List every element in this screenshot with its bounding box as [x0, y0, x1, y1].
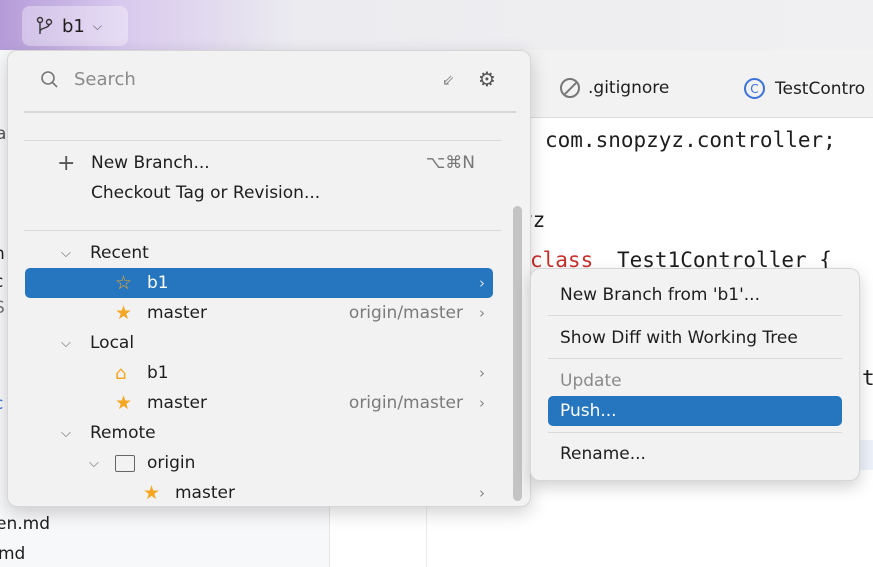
- tab-gitignore[interactable]: .gitignore: [560, 78, 669, 98]
- group-label: Recent: [90, 243, 149, 263]
- branch-name: master: [147, 393, 207, 413]
- branch-name: master: [175, 483, 235, 503]
- chevron-right-icon: ›: [479, 274, 485, 292]
- branch-icon: [36, 16, 53, 34]
- folder-icon: [115, 454, 135, 472]
- branch-name: b1: [147, 363, 169, 383]
- checkout-tag-action[interactable]: Checkout Tag or Revision...: [25, 178, 493, 208]
- menu-item-push[interactable]: Push...: [548, 396, 842, 426]
- chevron-down-icon: ⌵: [61, 335, 71, 351]
- search-input[interactable]: Search: [74, 69, 136, 90]
- chevron-down-icon: ⌵: [92, 18, 102, 33]
- branch-name: b1: [62, 15, 85, 37]
- project-item[interactable]: c: [0, 272, 3, 292]
- menu-item-update: Update: [548, 366, 842, 396]
- menu-item-show-diff[interactable]: Show Diff with Working Tree: [548, 323, 842, 353]
- branch-name: master: [147, 303, 207, 323]
- divider: [548, 315, 842, 316]
- chevron-right-icon: ›: [479, 394, 485, 412]
- plus-icon: +: [57, 150, 76, 176]
- branch-item-b1-local[interactable]: ⌂ b1 ›: [25, 358, 493, 388]
- chevron-right-icon: ›: [479, 484, 485, 502]
- class-icon: C: [744, 78, 765, 99]
- group-remote[interactable]: ⌵ Remote: [25, 418, 493, 448]
- tab-label: TestContro: [775, 78, 866, 99]
- action-label: Checkout Tag or Revision...: [91, 183, 321, 203]
- chevron-down-icon: ⌵: [89, 455, 99, 471]
- tag-icon: ⌂: [115, 362, 127, 384]
- branch-item-b1-recent[interactable]: ☆ b1 ›: [25, 268, 493, 298]
- divider: [24, 140, 502, 141]
- menu-label: Rename...: [560, 444, 646, 464]
- shortcut: ⌥⌘N: [425, 153, 475, 173]
- chevron-right-icon: ›: [479, 304, 485, 322]
- ignore-icon: [560, 78, 580, 98]
- group-origin[interactable]: ⌵ origin: [25, 448, 493, 478]
- group-local[interactable]: ⌵ Local: [25, 328, 493, 358]
- tab-testcontroller[interactable]: C TestContro: [744, 78, 865, 99]
- project-item[interactable]: S: [0, 298, 5, 318]
- project-item[interactable]: c: [0, 394, 3, 414]
- branch-item-master-recent[interactable]: ★ master origin/master ›: [25, 298, 493, 328]
- group-label: Remote: [90, 423, 156, 443]
- project-item[interactable]: a: [0, 124, 6, 144]
- branch-item-master-local[interactable]: ★ master origin/master ›: [25, 388, 493, 418]
- divider: [548, 358, 842, 359]
- divider: [24, 111, 516, 113]
- chevron-down-icon: ⌵: [61, 245, 71, 261]
- group-recent[interactable]: ⌵ Recent: [25, 238, 493, 268]
- search-field[interactable]: Search: [40, 69, 500, 90]
- search-icon: [41, 70, 58, 88]
- gear-icon[interactable]: ⚙: [478, 67, 496, 91]
- project-item[interactable]: n: [0, 244, 5, 264]
- code-line: com.snopzyz.controller;: [545, 128, 836, 152]
- menu-label: Update: [560, 371, 622, 391]
- chevron-down-icon: ⌵: [61, 425, 71, 441]
- project-item[interactable]: en.md: [0, 514, 50, 534]
- group-label: origin: [147, 453, 196, 473]
- menu-label: Push...: [560, 401, 617, 421]
- group-label: Local: [90, 333, 135, 353]
- star-icon: ★: [143, 482, 161, 504]
- star-icon: ★: [115, 302, 133, 324]
- menu-item-rename[interactable]: Rename...: [548, 439, 842, 469]
- scrollbar[interactable]: [513, 206, 522, 501]
- menu-label: Show Diff with Working Tree: [560, 328, 798, 348]
- menu-item-new-branch-from[interactable]: New Branch from 'b1'...: [548, 280, 842, 310]
- tracking-branch: origin/master: [348, 303, 463, 323]
- divider: [24, 230, 502, 231]
- branch-item-master-remote[interactable]: ★ master ›: [25, 478, 493, 508]
- branches-popup: Search ⇙ ⚙ + New Branch... ⌥⌘N Checkout …: [7, 50, 531, 507]
- action-label: New Branch...: [91, 153, 210, 173]
- collapse-icon[interactable]: ⇙: [442, 71, 455, 89]
- branch-name: b1: [147, 273, 169, 293]
- star-outline-icon: ☆: [115, 272, 133, 294]
- top-toolbar: [0, 0, 873, 50]
- branch-widget-button[interactable]: b1 ⌵: [22, 6, 128, 46]
- chevron-right-icon: ›: [479, 364, 485, 382]
- tab-label: .gitignore: [588, 78, 670, 98]
- divider: [548, 432, 842, 433]
- star-icon: ★: [115, 392, 133, 414]
- new-branch-action[interactable]: + New Branch... ⌥⌘N: [25, 148, 493, 178]
- code-line: t: [862, 366, 873, 390]
- project-item[interactable]: md: [0, 544, 25, 564]
- branch-context-menu: New Branch from 'b1'... Show Diff with W…: [530, 268, 860, 481]
- menu-label: New Branch from 'b1'...: [560, 285, 760, 305]
- tracking-branch: origin/master: [348, 393, 463, 413]
